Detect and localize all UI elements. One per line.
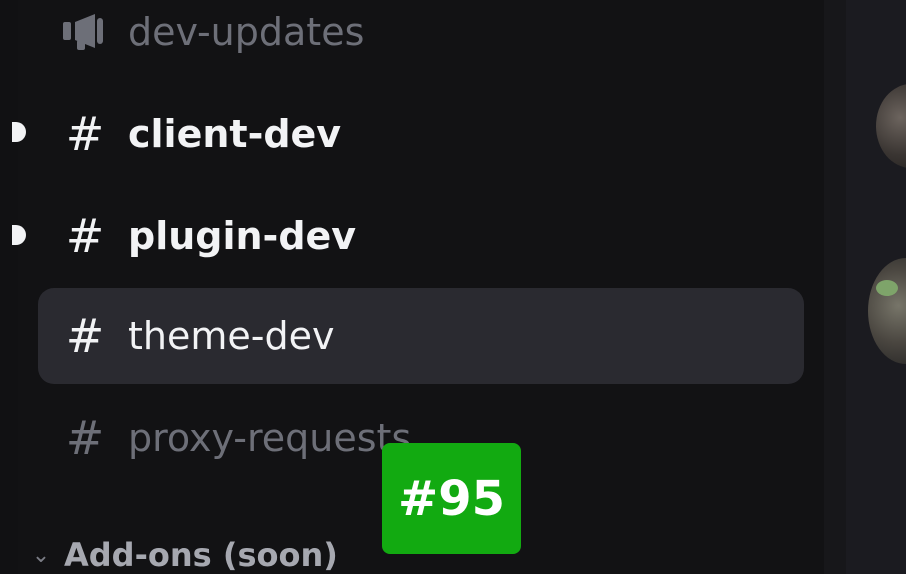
channel-label: dev-updates [128,10,365,54]
sidebar-divider [824,0,846,574]
channel-label: theme-dev [128,314,335,358]
app-window: dev-updates # client-dev # plugin-dev # … [0,0,906,574]
server-rail-edge [0,0,18,574]
channel-dev-updates[interactable]: dev-updates [38,0,804,80]
megaphone-icon [63,14,103,50]
hashtag-icon: # [65,411,105,465]
category-label: Add-ons (soon) [64,536,338,574]
avatar-decoration [876,280,898,296]
channel-plugin-dev[interactable]: # plugin-dev [38,188,804,284]
chevron-down-icon: ⌄ [31,542,51,568]
channel-client-dev[interactable]: # client-dev [38,86,804,182]
category-add-ons[interactable]: ⌄ Add-ons (soon) [26,530,338,574]
hashtag-icon: # [65,209,105,263]
overlay-badge: #95 [382,443,521,554]
channel-label: plugin-dev [128,214,357,258]
hashtag-icon: # [65,309,105,363]
channel-theme-dev[interactable]: # theme-dev [38,288,804,384]
channel-label: proxy-requests [128,416,412,460]
hashtag-icon: # [65,107,105,161]
channel-label: client-dev [128,112,342,156]
